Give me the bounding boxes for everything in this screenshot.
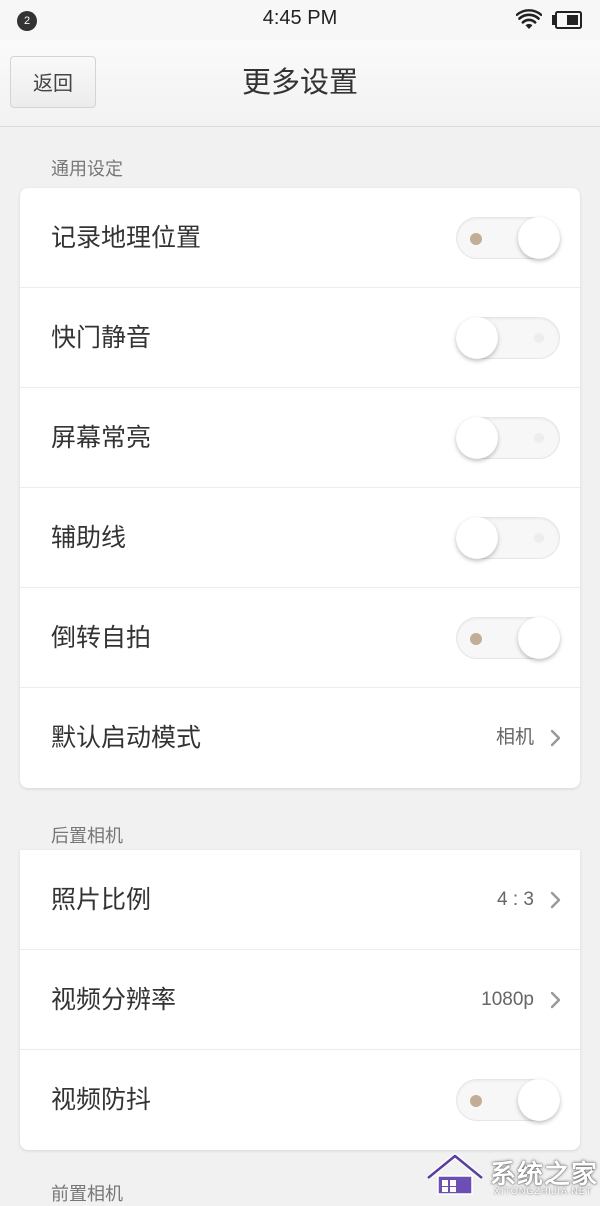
shutter-mute-toggle[interactable]: [456, 317, 560, 359]
row-label: 倒转自拍: [51, 623, 152, 652]
settings-row-mirror-selfie[interactable]: 倒转自拍: [20, 588, 580, 688]
status-bar: 2 4:45 PM: [0, 0, 600, 40]
toggle-indicator-dot: [470, 633, 482, 645]
settings-row-default-mode[interactable]: 默认启动模式 相机: [20, 688, 580, 788]
section-label-general: 通用设定: [51, 159, 123, 180]
rear-camera-card: 照片比例 4 : 3 视频分辨率 1080p 视频防抖: [20, 850, 580, 1150]
default-mode-value: 相机: [495, 727, 534, 748]
general-settings-card: 记录地理位置 快门静音 屏幕常亮 辅助线 倒转自拍 默认启动模式 相机: [20, 188, 580, 788]
section-label-rear-camera: 后置相机: [51, 826, 123, 847]
chevron-right-icon: [550, 729, 561, 747]
row-label: 照片比例: [51, 885, 152, 914]
settings-row-photo-ratio[interactable]: 照片比例 4 : 3: [20, 850, 580, 950]
settings-row-video-resolution[interactable]: 视频分辨率 1080p: [20, 950, 580, 1050]
wifi-icon: [516, 9, 542, 29]
row-label: 记录地理位置: [51, 223, 202, 252]
screen-on-toggle[interactable]: [456, 417, 560, 459]
house-logo-icon: [426, 1153, 484, 1195]
toggle-indicator-dot: [534, 333, 544, 343]
chevron-right-icon: [550, 991, 561, 1009]
toggle-knob: [518, 217, 560, 259]
toggle-knob: [456, 517, 498, 559]
row-label: 屏幕常亮: [51, 423, 152, 452]
row-label: 视频防抖: [51, 1085, 152, 1114]
toggle-indicator-dot: [470, 1095, 482, 1107]
video-stabilization-toggle[interactable]: [456, 1079, 560, 1121]
grid-lines-toggle[interactable]: [456, 517, 560, 559]
section-label-front-camera: 前置相机: [51, 1184, 123, 1205]
location-toggle[interactable]: [456, 217, 560, 259]
toggle-knob: [456, 417, 498, 459]
toggle-knob: [518, 1079, 560, 1121]
watermark-subtext: XITONGZHIJIA.NET: [494, 1186, 593, 1196]
settings-row-shutter-mute[interactable]: 快门静音: [20, 288, 580, 388]
toggle-knob: [456, 317, 498, 359]
status-time: 4:45 PM: [262, 7, 338, 29]
settings-row-grid-lines[interactable]: 辅助线: [20, 488, 580, 588]
settings-row-video-stabilization[interactable]: 视频防抖: [20, 1050, 580, 1150]
mirror-selfie-toggle[interactable]: [456, 617, 560, 659]
row-label: 默认启动模式: [51, 723, 202, 752]
row-label: 视频分辨率: [51, 985, 177, 1014]
row-label: 辅助线: [51, 523, 127, 552]
toggle-indicator-dot: [470, 233, 482, 245]
settings-row-location[interactable]: 记录地理位置: [20, 188, 580, 288]
chevron-right-icon: [550, 891, 561, 909]
row-label: 快门静音: [51, 323, 152, 352]
settings-row-screen-on[interactable]: 屏幕常亮: [20, 388, 580, 488]
toggle-indicator-dot: [534, 433, 544, 443]
video-resolution-value: 1080p: [481, 989, 534, 1010]
toggle-knob: [518, 617, 560, 659]
page-title: 更多设置: [241, 65, 358, 99]
photo-ratio-value: 4 : 3: [497, 889, 534, 910]
watermark: 系统之家 XITONGZHIJIA.NET: [424, 1148, 600, 1200]
header: 返回 更多设置: [0, 40, 600, 127]
toggle-indicator-dot: [534, 533, 544, 543]
battery-icon: [552, 11, 582, 29]
